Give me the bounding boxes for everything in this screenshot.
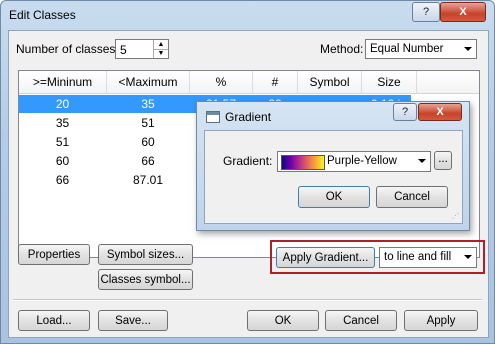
cell-min: 51	[55, 135, 70, 149]
title-bar: Edit Classes ? X	[1, 1, 494, 31]
cell-min: 60	[55, 154, 70, 168]
apply-button[interactable]: Apply	[404, 310, 478, 331]
method-label: Method:	[320, 42, 364, 56]
gradient-label: Gradient:	[223, 154, 273, 168]
separator	[13, 299, 482, 301]
gradient-dropdown[interactable]: Purple-Yellow	[277, 151, 431, 172]
cancel-button[interactable]: Cancel	[325, 310, 397, 331]
column-header-count[interactable]: #	[253, 71, 298, 94]
browse-gradient-button[interactable]: ...	[434, 151, 452, 170]
gradient-dialog-title: Gradient	[225, 110, 272, 124]
dialog-icon	[206, 111, 220, 123]
num-classes-label: Number of classes:	[16, 42, 119, 56]
symbol-sizes-button[interactable]: Symbol sizes...	[98, 244, 193, 265]
gradient-dialog-body: Gradient: Purple-Yellow ... OK Cancel ⋰	[204, 130, 463, 224]
properties-button[interactable]: Properties	[18, 244, 90, 265]
cell-max: 66	[141, 154, 155, 168]
gradient-swatch	[281, 155, 325, 170]
resize-grip-icon[interactable]: ⋰	[452, 213, 460, 221]
cell-min: 66	[55, 173, 70, 187]
cell-max: 35	[141, 97, 155, 111]
cell-max: 51	[141, 116, 155, 130]
column-header-max[interactable]: <Maximum	[107, 71, 190, 94]
help-button[interactable]: ?	[412, 2, 440, 22]
edit-classes-window: Edit Classes ? X Number of classes: 5 ▲ …	[0, 0, 495, 344]
gradient-value: Purple-Yellow	[327, 155, 397, 167]
cell-max: 60	[141, 135, 155, 149]
close-button[interactable]: X	[440, 2, 486, 22]
gradient-help-button[interactable]: ?	[393, 103, 417, 121]
method-value: Equal Number	[370, 43, 444, 55]
column-header-blank	[417, 71, 479, 94]
gradient-target-value: to line and fill	[384, 251, 452, 263]
classes-symbol-button[interactable]: Classes symbol...	[98, 269, 193, 290]
cell-min: 35	[55, 116, 70, 130]
gradient-dialog: Gradient ? X Gradient: Purple-Yellow ...…	[196, 101, 470, 231]
save-button[interactable]: Save...	[98, 310, 168, 331]
chevron-down-icon	[464, 255, 472, 259]
chevron-down-icon	[464, 47, 472, 51]
cell-min: 20	[55, 97, 70, 111]
column-header-size[interactable]: Size	[362, 71, 417, 94]
ok-button[interactable]: OK	[247, 310, 319, 331]
gradient-close-button[interactable]: X	[418, 103, 462, 121]
gradient-ok-button[interactable]: OK	[298, 186, 370, 208]
gradient-target-dropdown[interactable]: to line and fill	[379, 247, 477, 268]
cell-max: 87.01	[132, 173, 164, 187]
column-header-symbol[interactable]: Symbol	[298, 71, 362, 94]
method-dropdown[interactable]: Equal Number	[365, 39, 477, 59]
window-title: Edit Classes	[9, 8, 76, 22]
column-header-percent[interactable]: %	[190, 71, 253, 94]
gradient-cancel-button[interactable]: Cancel	[376, 186, 448, 208]
num-classes-spinner[interactable]: 5 ▲ ▼	[115, 39, 169, 59]
apply-gradient-button[interactable]: Apply Gradient...	[276, 247, 375, 268]
column-header-min[interactable]: >=Mininum	[19, 71, 107, 94]
chevron-down-icon	[418, 159, 426, 163]
num-classes-value: 5	[120, 43, 127, 57]
spin-down-icon[interactable]: ▼	[153, 49, 168, 58]
load-button[interactable]: Load...	[18, 310, 90, 331]
